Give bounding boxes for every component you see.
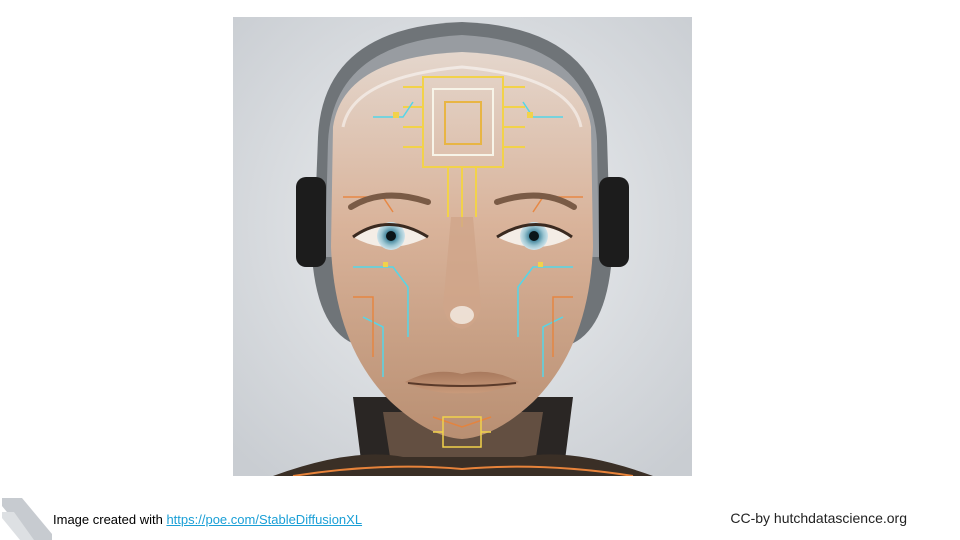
- stable-diffusion-link[interactable]: https://poe.com/StableDiffusionXL: [166, 512, 362, 527]
- caption-prefix: Image created with: [53, 512, 167, 527]
- slide: Image created with https://poe.com/Stabl…: [0, 0, 960, 540]
- hutch-chevron-logo-icon: [2, 498, 52, 540]
- ai-generated-image: [233, 17, 692, 476]
- license-text: CC-by hutchdatascience.org: [730, 510, 907, 526]
- image-credit-caption: Image created with https://poe.com/Stabl…: [53, 512, 362, 527]
